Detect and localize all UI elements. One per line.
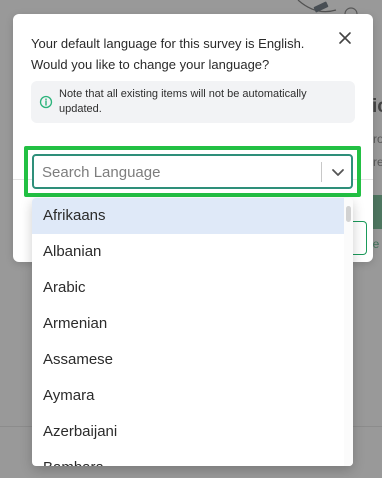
info-note: Note that all existing items will not be… <box>31 81 355 123</box>
option-aymara[interactable]: Aymara <box>32 378 344 414</box>
modal-message: Your default language for this survey is… <box>31 36 305 72</box>
language-select[interactable] <box>32 154 353 189</box>
option-azerbaijani[interactable]: Azerbaijani <box>32 414 344 450</box>
info-icon <box>39 95 53 109</box>
dropdown-toggle[interactable] <box>328 163 348 181</box>
chevron-down-icon <box>332 169 344 176</box>
close-button[interactable] <box>336 29 354 47</box>
language-options-list: Afrikaans Albanian Arabic Armenian Assam… <box>32 198 353 466</box>
option-arabic[interactable]: Arabic <box>32 270 344 306</box>
dropdown-scrollbar[interactable] <box>344 198 353 466</box>
option-armenian[interactable]: Armenian <box>32 306 344 342</box>
option-albanian[interactable]: Albanian <box>32 234 344 270</box>
search-language-input[interactable] <box>42 160 312 184</box>
select-separator <box>321 162 322 182</box>
close-icon <box>339 32 351 44</box>
info-note-text: Note that all existing items will not be… <box>59 88 307 115</box>
scrollbar-thumb[interactable] <box>346 206 351 222</box>
option-bambara[interactable]: Bambara <box>32 450 344 466</box>
option-afrikaans[interactable]: Afrikaans <box>32 198 344 234</box>
modal-action-button[interactable] <box>353 221 367 255</box>
option-assamese[interactable]: Assamese <box>32 342 344 378</box>
